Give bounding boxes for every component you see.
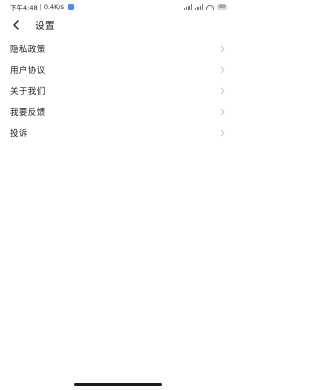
menu-item-privacy-policy[interactable]: 隐私政策 — [0, 38, 235, 59]
settings-screen: 下午4:48 | 0.4K/s 69 设置 隐私政策 用户协议 关于我们 我要反… — [0, 0, 235, 390]
menu-item-label: 我要反馈 — [10, 107, 46, 118]
header: 设置 — [0, 15, 235, 35]
notification-icon — [68, 4, 74, 10]
chevron-right-icon — [219, 87, 225, 95]
network-speed: 0.4K/s — [43, 3, 64, 11]
menu-item-about-us[interactable]: 关于我们 — [0, 80, 235, 101]
chevron-left-icon — [13, 20, 19, 30]
home-indicator[interactable] — [74, 383, 162, 386]
wifi-icon — [206, 4, 215, 10]
menu-item-user-agreement[interactable]: 用户协议 — [0, 59, 235, 80]
status-left: 下午4:48 | 0.4K/s — [10, 2, 74, 12]
status-bar: 下午4:48 | 0.4K/s 69 — [0, 0, 235, 14]
signal-icon-2 — [195, 4, 204, 10]
settings-menu: 隐私政策 用户协议 关于我们 我要反馈 投诉 — [0, 38, 235, 143]
status-time: 下午4:48 — [10, 4, 38, 12]
menu-item-label: 投诉 — [10, 128, 28, 139]
status-right: 69 — [183, 4, 227, 10]
back-button[interactable] — [9, 18, 23, 32]
chevron-right-icon — [219, 45, 225, 53]
page-title: 设置 — [35, 21, 56, 32]
signal-icon — [183, 4, 193, 10]
menu-item-feedback[interactable]: 我要反馈 — [0, 101, 235, 122]
battery-icon: 69 — [217, 4, 227, 10]
menu-item-label: 隐私政策 — [10, 44, 46, 55]
chevron-right-icon — [219, 108, 225, 116]
status-separator: | — [39, 3, 42, 11]
menu-item-label: 用户协议 — [10, 65, 46, 76]
chevron-right-icon — [219, 129, 225, 137]
battery-level: 69 — [219, 4, 225, 10]
chevron-right-icon — [219, 66, 225, 74]
menu-item-label: 关于我们 — [10, 86, 46, 97]
menu-item-complaint[interactable]: 投诉 — [0, 122, 235, 143]
